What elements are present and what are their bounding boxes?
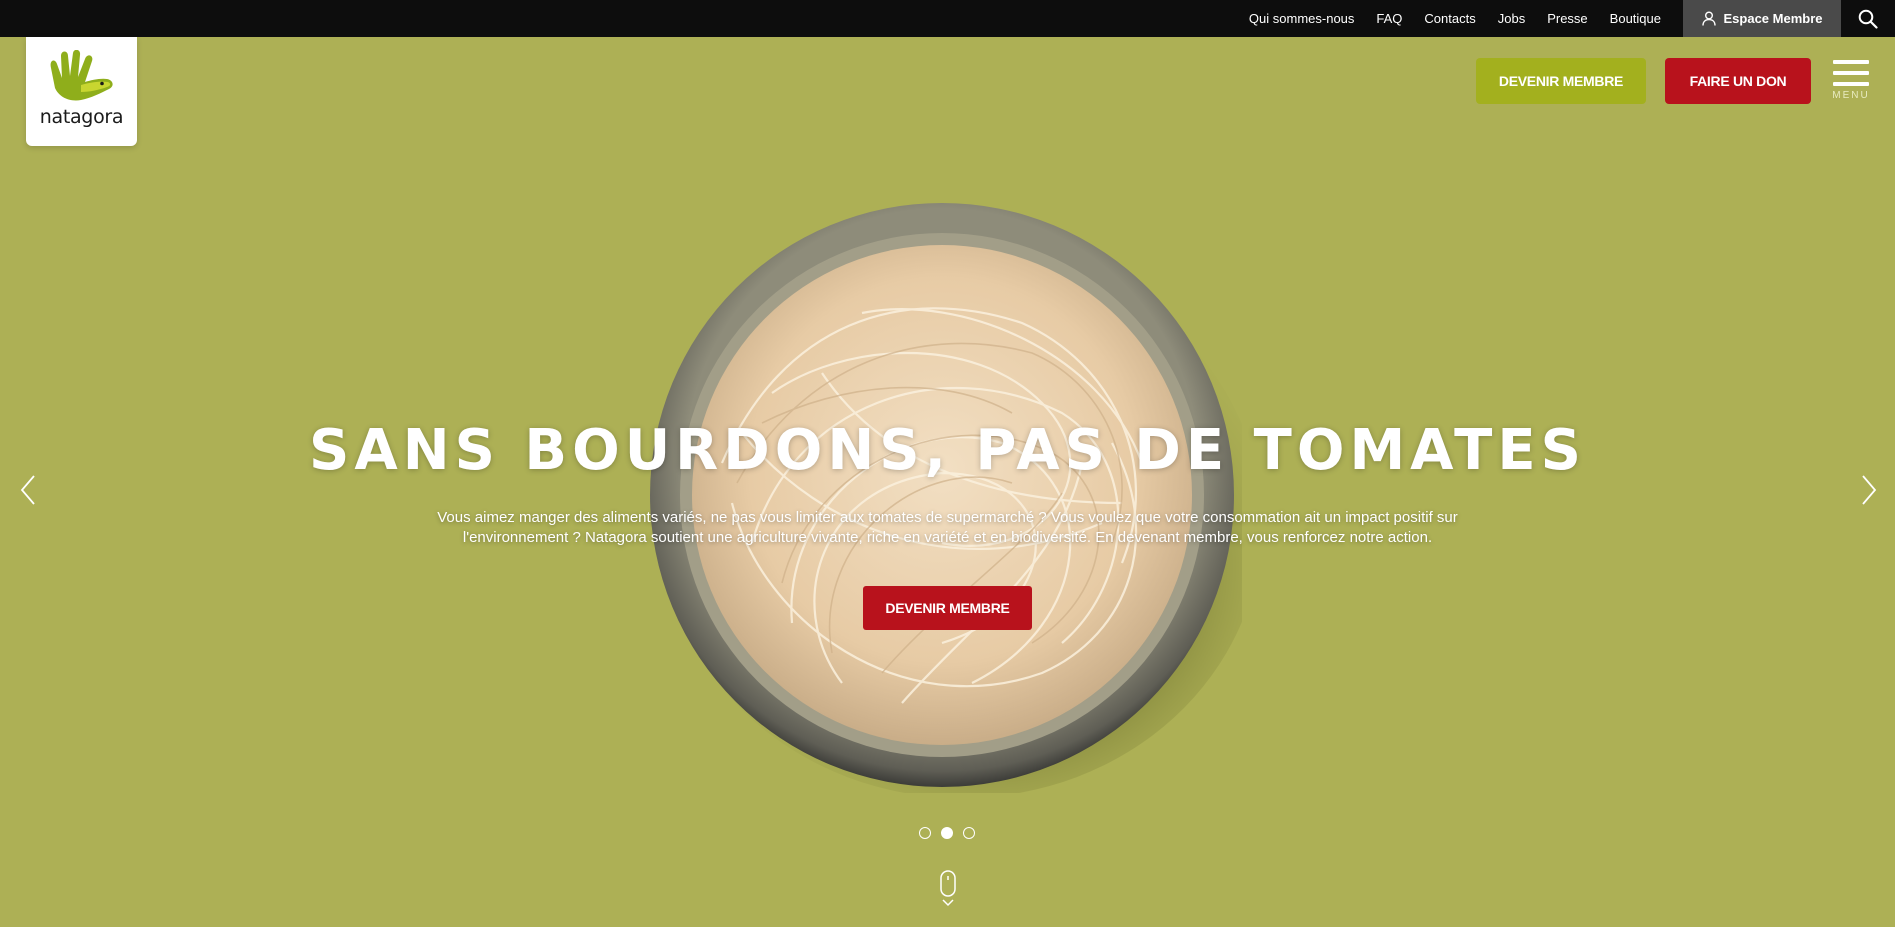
chevron-left-icon [20,475,35,505]
nav-link-faq[interactable]: FAQ [1376,11,1402,26]
menu-button[interactable]: MENU [1830,60,1872,110]
mouse-scroll-icon [940,870,956,907]
become-member-button[interactable]: DEVENIR MEMBRE [1476,58,1646,104]
search-button[interactable] [1841,0,1895,37]
member-space-button[interactable]: Espace Membre [1683,0,1841,37]
slide-description: Vous aimez manger des aliments variés, n… [395,508,1500,548]
carousel-dot-1[interactable] [919,827,931,839]
user-icon [1701,11,1716,26]
menu-label: MENU [1832,90,1870,101]
nav-link-qui-sommes-nous[interactable]: Qui sommes-nous [1249,11,1354,26]
natagora-logo[interactable]: natagora [26,37,137,146]
nav-link-jobs[interactable]: Jobs [1498,11,1525,26]
carousel-prev-button[interactable] [18,473,40,507]
utility-nav: Qui sommes-nous FAQ Contacts Jobs Presse… [1249,0,1683,37]
member-space-label: Espace Membre [1723,11,1823,26]
nav-link-contacts[interactable]: Contacts [1424,11,1475,26]
hamburger-icon [1833,60,1869,64]
slide-text-line-1: Vous aimez manger des aliments variés, n… [437,509,1458,526]
search-icon [1858,9,1878,29]
slide-become-member-button[interactable]: DEVENIR MEMBRE [863,586,1032,630]
donate-button[interactable]: FAIRE UN DON [1665,58,1811,104]
chevron-right-icon [1862,475,1877,505]
carousel-dots [919,827,985,839]
scroll-down-indicator[interactable] [938,870,958,908]
nav-link-presse[interactable]: Presse [1547,11,1587,26]
hand-logo-icon [50,50,113,101]
slide-text-line-2: l'environnement ? Natagora soutient une … [462,529,1433,546]
slide-title: SANS BOURDONS, PAS DE TOMATES [309,418,1586,483]
hero-image-spaghetti-bowl [650,203,1242,793]
logo-wordmark: natagora [39,106,124,128]
carousel-next-button[interactable] [1857,473,1879,507]
carousel-dot-2[interactable] [941,827,953,839]
top-utility-bar: Qui sommes-nous FAQ Contacts Jobs Presse… [0,0,1895,37]
nav-link-boutique[interactable]: Boutique [1610,11,1661,26]
carousel-dot-3[interactable] [963,827,975,839]
